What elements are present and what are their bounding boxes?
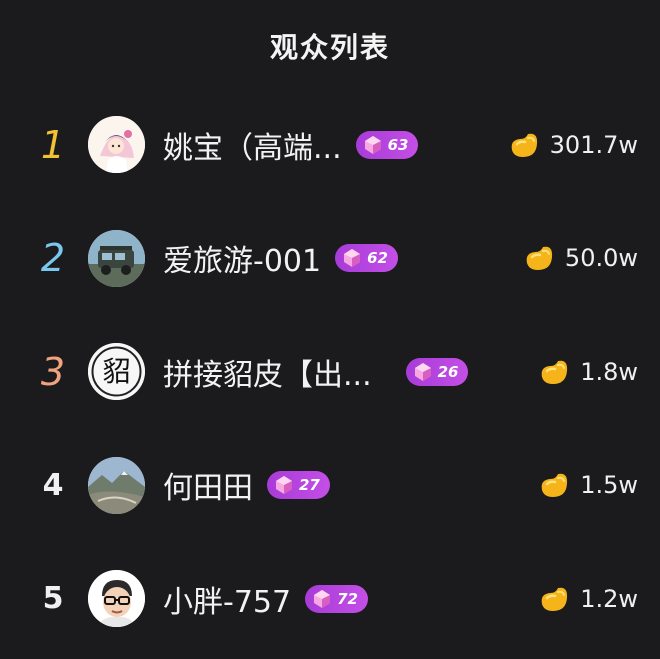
anime-girl-avatar[interactable] [88,116,145,174]
rank-number: 5 [42,581,64,617]
level-number: 72 [337,589,358,608]
level-badge: 27 [267,471,330,500]
level-badge: 26 [405,357,469,386]
viewer-list: 1 姚宝（高端... 63 301.7w 2 爱旅游-001 62 50.0w … [0,88,660,656]
level-number: 63 [387,135,409,154]
viewer-row-3[interactable]: 3 貂 拼接貂皮【出... 26 1.8w [0,315,660,429]
coin-value: 1.2w [580,584,638,613]
gem-icon [364,135,381,154]
gem-icon [314,589,331,608]
viewer-name-group: 小胖-757 72 [163,577,368,621]
coin-amount: 1.2w [538,584,638,614]
rank-number: 1 [40,122,66,167]
level-badge: 63 [355,130,419,159]
level-badge: 72 [305,584,368,613]
gold-bean-icon [526,246,553,271]
avatar-glyph: 貂 [102,355,130,388]
gold-bean-icon [511,133,537,157]
glasses-man-avatar[interactable] [88,570,145,628]
coin-value: 50.0w [564,244,638,273]
gold-bean-icon [541,587,568,611]
viewer-row-1[interactable]: 1 姚宝（高端... 63 301.7w [0,88,660,202]
viewer-name-group: 何田田 27 [163,463,330,507]
gold-bean-icon [541,360,568,384]
gem-icon [344,249,361,268]
viewer-name-group: 姚宝（高端... 63 [163,123,419,167]
rank-number: 2 [40,236,66,281]
viewer-row-4[interactable]: 4 何田田 27 1.5w [0,429,660,543]
viewer-row-2[interactable]: 2 爱旅游-001 62 50.0w [0,202,660,316]
coin-amount: 1.8w [538,357,638,387]
gold-bean-icon [541,473,568,498]
gem-icon [414,362,431,381]
coin-amount: 50.0w [523,243,638,273]
coin-amount: 301.7w [508,130,638,160]
viewer-name: 何田田 [163,471,253,507]
level-badge: 62 [335,244,398,273]
gem-icon [276,476,292,495]
viewer-name-group: 拼接貂皮【出... 26 [163,350,469,394]
coin-amount: 1.5w [538,470,638,500]
viewer-name: 爱旅游-001 [163,244,322,280]
page-title: 观众列表 [269,31,390,64]
character-diao-avatar[interactable]: 貂 [88,343,145,401]
mountain-landscape-avatar[interactable] [88,456,145,514]
jeep-avatar[interactable] [88,229,145,287]
level-number: 27 [299,476,320,495]
viewer-name-group: 爱旅游-001 62 [163,236,398,280]
viewer-list-panel: 观众列表 1 姚宝（高端... 63 301.7w 2 爱旅游-001 62 5… [0,0,660,659]
rank-number: 4 [42,467,64,503]
level-number: 26 [437,362,459,381]
viewer-name: 姚宝（高端... [163,130,342,166]
coin-value: 1.5w [580,471,638,500]
rank-number: 3 [40,349,66,394]
viewer-name: 拼接貂皮【出... [163,357,372,393]
viewer-row-5[interactable]: 5 小胖-757 72 1.2w [0,542,660,656]
viewer-name: 小胖-757 [163,584,292,620]
level-number: 62 [367,249,388,268]
coin-value: 1.8w [580,357,638,386]
coin-value: 301.7w [549,130,638,159]
